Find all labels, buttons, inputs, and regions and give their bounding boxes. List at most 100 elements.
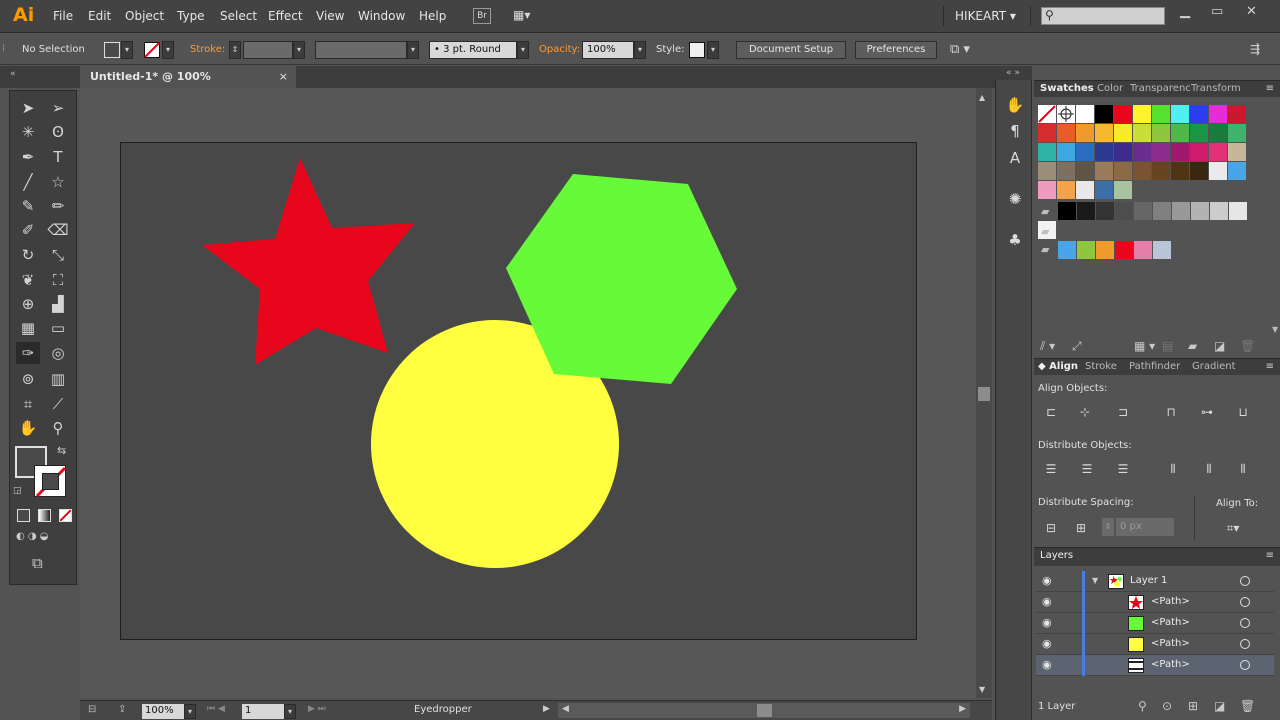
scroll-right-icon[interactable]: ▶ [959, 704, 966, 714]
menu-edit[interactable]: Edit [88, 9, 111, 23]
swatch[interactable] [1153, 202, 1171, 220]
swatch[interactable] [1134, 202, 1152, 220]
menu-select[interactable]: Select [220, 9, 257, 23]
tab-swatches[interactable]: Swatches [1040, 83, 1094, 94]
swatch[interactable] [1115, 202, 1133, 220]
swatch[interactable] [1095, 162, 1113, 180]
align-to-dropdown-icon[interactable]: ⌗▾ [1224, 521, 1242, 537]
blend-tool-icon[interactable]: ◎ [46, 342, 70, 364]
stroke-weight-stepper[interactable]: ⇕ [229, 41, 241, 59]
expand-triangle-icon[interactable]: ▼ [1092, 576, 1098, 585]
swatch[interactable] [1152, 143, 1170, 161]
swatch[interactable] [1114, 162, 1132, 180]
tab-gradient[interactable]: Gradient [1192, 361, 1236, 372]
appearance-panel-icon[interactable]: ✺ [1004, 188, 1026, 210]
swatch[interactable] [1133, 124, 1151, 142]
swatch[interactable] [1077, 241, 1095, 259]
color-group-folder-icon[interactable]: ▰ [1041, 205, 1057, 219]
distribute-bottom-icon[interactable]: ☰ [1114, 462, 1132, 478]
style-dropdown[interactable]: ▾ [707, 41, 719, 59]
color-mode-icon[interactable] [17, 509, 30, 522]
clipping-mask-icon[interactable]: ⊙ [1162, 699, 1172, 713]
swatch[interactable] [1229, 202, 1247, 220]
swatch[interactable] [1095, 105, 1113, 123]
swatch[interactable] [1152, 105, 1170, 123]
column-graph-tool-icon[interactable]: ▥ [46, 368, 70, 390]
swatch[interactable] [1190, 124, 1208, 142]
swatch[interactable] [1190, 105, 1208, 123]
gradient-mode-icon[interactable] [38, 509, 51, 522]
layer-row[interactable]: ◉ <Path> [1036, 613, 1274, 634]
shape-builder-tool-icon[interactable]: ⊕ [16, 293, 40, 315]
swatch[interactable] [1209, 143, 1227, 161]
opacity-label[interactable]: Opacity: [539, 44, 580, 55]
pen-tool-icon[interactable]: ✒ [16, 146, 40, 168]
tab-color[interactable]: Color [1097, 83, 1123, 94]
collapse-toolbox-icon[interactable]: « [10, 69, 16, 79]
h-scroll-thumb[interactable] [757, 704, 772, 717]
none-mode-icon[interactable] [59, 509, 72, 522]
target-circle-icon[interactable] [1240, 639, 1250, 649]
arrange-documents-icon[interactable]: ▦▾ [513, 8, 539, 24]
graphic-style-swatch[interactable] [689, 42, 705, 58]
align-vertical-center-icon[interactable]: ⊶ [1198, 405, 1216, 421]
swatch[interactable] [1038, 162, 1056, 180]
distribute-horizontal-center-icon[interactable]: ⫴ [1200, 462, 1218, 478]
tab-align[interactable]: ◆ Align [1038, 361, 1078, 372]
panel-menu-icon[interactable]: ≡ [1266, 361, 1274, 372]
layer-row[interactable]: ◉ <Path> [1036, 655, 1274, 676]
swatch[interactable] [1171, 124, 1189, 142]
swatch[interactable] [1152, 124, 1170, 142]
swatch[interactable] [1115, 241, 1133, 259]
lasso-tool-icon[interactable]: ʘ [46, 121, 70, 143]
spacing-field[interactable]: 0 px [1116, 518, 1174, 536]
align-top-icon[interactable]: ⊓ [1162, 405, 1180, 421]
next-artboard-icon[interactable]: ▶ ⏭ [308, 704, 326, 714]
eyedropper-tool-icon[interactable]: ✑ [16, 342, 40, 364]
none-swatch[interactable] [1038, 105, 1056, 123]
swatch[interactable] [1114, 105, 1132, 123]
tab-transparency[interactable]: Transparenc [1130, 83, 1191, 94]
slice-tool-icon[interactable]: ⟋ [46, 393, 70, 415]
delete-swatch-icon[interactable]: 🗑 [1240, 339, 1255, 353]
swatch[interactable] [1171, 143, 1189, 161]
layer-row[interactable]: ◉ ▼ Layer 1 [1036, 571, 1274, 592]
layer-row[interactable]: ◉ <Path> [1036, 634, 1274, 655]
swatch[interactable] [1114, 124, 1132, 142]
stroke-dropdown[interactable]: ▾ [162, 41, 174, 59]
swatch[interactable] [1209, 124, 1227, 142]
swatch[interactable] [1038, 143, 1056, 161]
fill-dropdown[interactable]: ▾ [121, 41, 133, 59]
swap-colors-icon[interactable]: ⇆ [57, 444, 66, 457]
swatch[interactable] [1076, 143, 1094, 161]
paragraph-panel-icon[interactable]: ¶ [1004, 120, 1026, 142]
swatch[interactable] [1095, 124, 1113, 142]
swatch[interactable] [1058, 241, 1076, 259]
swatch[interactable] [1228, 124, 1246, 142]
spacing-stepper[interactable]: ⇕ [1102, 518, 1114, 536]
opacity-dropdown[interactable]: ▾ [634, 41, 646, 59]
paintbrush-tool-icon[interactable]: ✎ [16, 195, 40, 217]
swatch[interactable] [1057, 124, 1075, 142]
menu-type[interactable]: Type [177, 9, 205, 23]
swatch[interactable] [1210, 202, 1228, 220]
scroll-down-icon[interactable]: ▼ [1272, 325, 1278, 334]
align-right-icon[interactable]: ⊐ [1114, 405, 1132, 421]
vertical-scrollbar[interactable]: ▲ ▼ [976, 88, 992, 698]
visibility-eye-icon[interactable]: ◉ [1042, 658, 1052, 671]
artboard-field[interactable]: 1 [242, 704, 284, 719]
new-swatch-icon[interactable]: ◪ [1214, 339, 1225, 353]
close-icon[interactable]: ✕ [1246, 4, 1257, 19]
scroll-thumb[interactable] [978, 387, 990, 401]
align-horizontal-center-icon[interactable]: ⊹ [1076, 405, 1094, 421]
swatch[interactable] [1228, 105, 1246, 123]
artboard-tool-icon[interactable]: ⌗ [16, 393, 40, 415]
tab-transform[interactable]: Transform [1191, 83, 1241, 94]
pencil-tool-icon[interactable]: ✏ [46, 195, 70, 217]
artboard-dropdown[interactable]: ▾ [284, 704, 296, 719]
eraser-tool-icon[interactable]: ⌫ [46, 219, 70, 241]
share-icon[interactable]: ⇪ [118, 704, 126, 715]
gradient-tool-icon[interactable]: ▭ [46, 317, 70, 339]
selection-tool-icon[interactable]: ➤ [16, 97, 40, 119]
swatch[interactable] [1171, 105, 1189, 123]
